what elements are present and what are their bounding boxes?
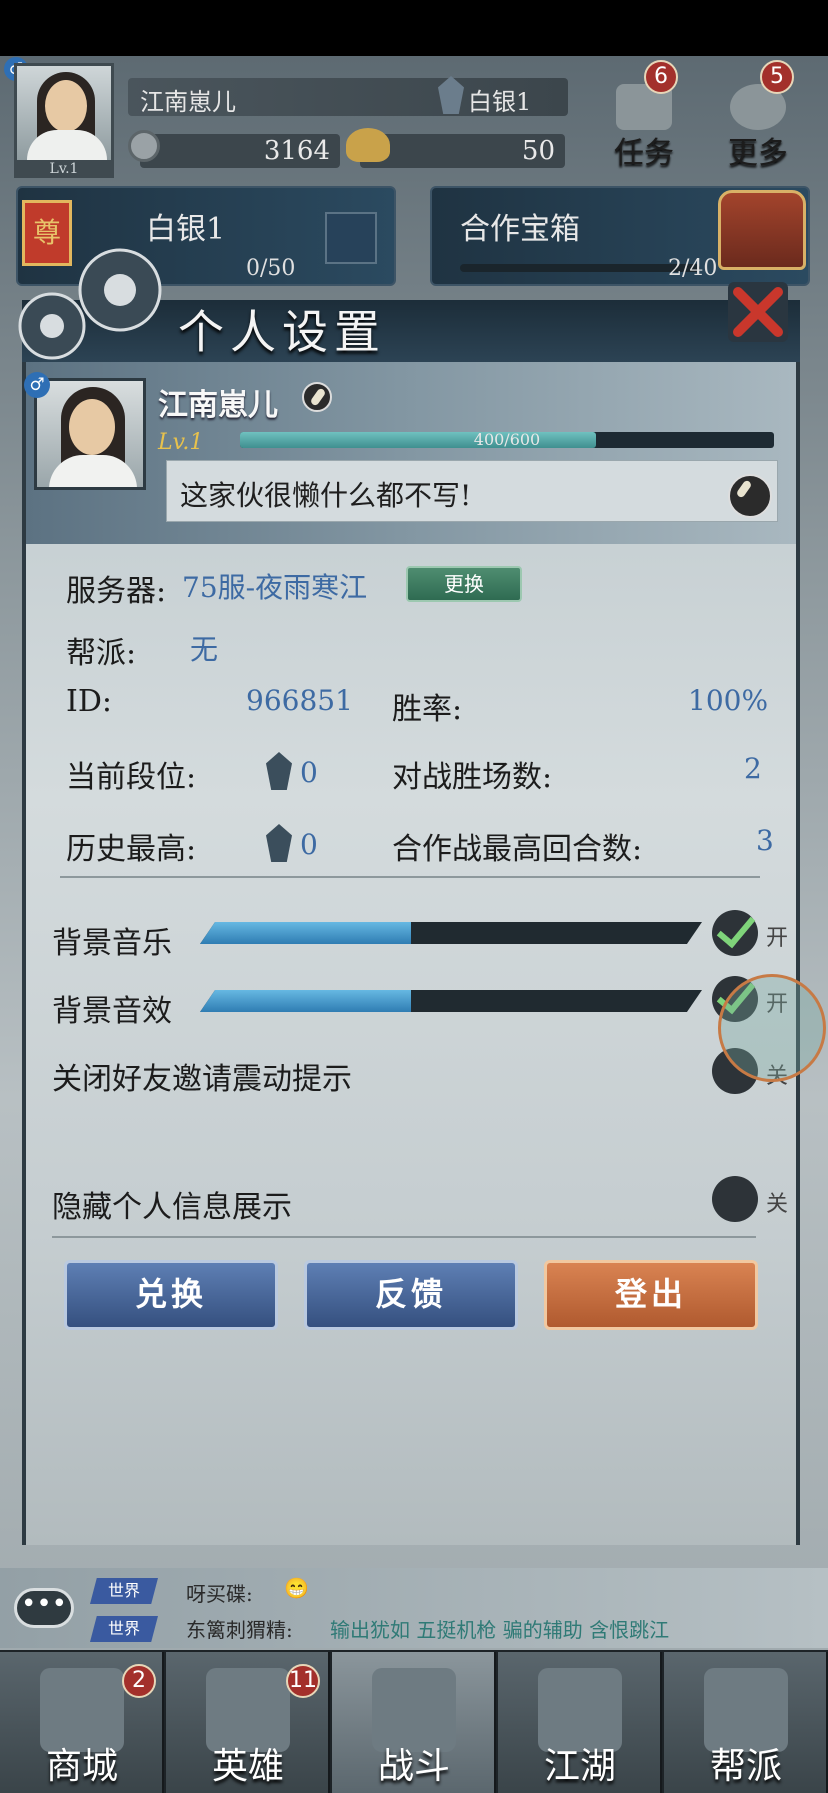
chat-sender: 东篱刺猬精: xyxy=(186,1618,293,1642)
nav-shop-badge: 2 xyxy=(122,1664,156,1698)
edit-signature-icon[interactable] xyxy=(728,474,772,518)
id-label: ID: xyxy=(66,684,113,719)
more-label: 更多 xyxy=(728,136,788,171)
divider xyxy=(52,1236,756,1238)
profile-name: 江南崽儿 xyxy=(158,388,278,423)
hide-info-state: 关 xyxy=(766,1192,789,1217)
player-rank: 白银1 xyxy=(468,88,532,116)
rank-banner-progress: 0/50 xyxy=(246,256,296,281)
redeem-button[interactable]: 兑换 xyxy=(64,1260,278,1330)
gold-ingot-icon xyxy=(346,128,390,162)
player-name-bar: 江南崽儿 白银1 xyxy=(128,78,568,116)
chat-sender: 呀买碟: xyxy=(186,1582,253,1606)
wins-value: 2 xyxy=(744,752,762,785)
sfx-slider[interactable] xyxy=(200,990,702,1012)
chat-emoji: 😁 xyxy=(284,1576,309,1600)
nav-guild[interactable]: 帮派 xyxy=(664,1652,828,1793)
floating-assist-button[interactable] xyxy=(718,974,826,1082)
gear-icon xyxy=(18,248,162,360)
current-rank-label: 当前段位: xyxy=(66,760,197,795)
coop-rounds-label: 合作战最高回合数: xyxy=(392,832,643,867)
coin-value: 3164 xyxy=(263,136,330,166)
divider xyxy=(60,876,760,878)
feedback-button[interactable]: 反馈 xyxy=(304,1260,518,1330)
winrate-label: 胜率: xyxy=(392,692,463,727)
nav-label: 帮派 xyxy=(709,1746,782,1787)
tasks-badge: 6 xyxy=(644,60,678,94)
signature-text: 这家伙很懒什么都不写! xyxy=(180,479,472,512)
tasks-label: 任务 xyxy=(614,136,674,171)
more-badge: 5 xyxy=(760,60,794,94)
avatar-level-tag: Lv.1 xyxy=(14,160,114,178)
player-name: 江南崽儿 xyxy=(140,88,236,116)
bgm-label: 背景音乐 xyxy=(52,926,172,961)
coop-banner-progress: 2/40 xyxy=(668,256,718,281)
profile-avatar[interactable] xyxy=(34,378,146,490)
gold-value: 50 xyxy=(521,136,555,166)
guild-value: 无 xyxy=(190,633,219,666)
nav-label: 江湖 xyxy=(543,1746,616,1787)
server-label: 服务器: xyxy=(66,574,167,609)
chat-bubble-icon[interactable]: ••• xyxy=(14,1588,74,1628)
chat-channel-tag: 世界 xyxy=(90,1616,158,1642)
chat-message: 输出犹如 五挺机枪 骗的辅助 含恨跳江 xyxy=(330,1618,670,1642)
coop-progress-bar xyxy=(460,264,700,272)
chat-channel-tag: 世界 xyxy=(90,1578,158,1604)
logout-button[interactable]: 登出 xyxy=(544,1260,758,1330)
nav-battle[interactable]: 战斗 xyxy=(332,1652,496,1793)
status-bar-area xyxy=(0,0,828,56)
nav-label: 战斗 xyxy=(377,1746,450,1787)
profile-level: Lv.1 xyxy=(158,430,204,455)
sfx-label: 背景音效 xyxy=(52,994,172,1029)
best-rank-label: 历史最高: xyxy=(66,832,197,867)
bgm-slider[interactable] xyxy=(200,922,702,944)
bgm-state: 开 xyxy=(766,926,789,951)
dialog-title: 个人设置 xyxy=(178,305,386,359)
gold-counter[interactable]: 50 xyxy=(360,134,565,168)
change-server-button[interactable]: 更换 xyxy=(406,566,522,602)
coin-counter[interactable]: 3164 xyxy=(140,134,340,168)
best-rank-value: 0 xyxy=(300,828,318,861)
nav-label: 商城 xyxy=(45,1746,118,1787)
id-value: 966851 xyxy=(246,684,353,717)
hide-info-label: 隐藏个人信息展示 xyxy=(52,1190,292,1225)
coop-banner-title: 合作宝箱 xyxy=(460,212,580,247)
nav-heroes-badge: 11 xyxy=(286,1664,320,1698)
server-value: 75服-夜雨寒江 xyxy=(182,571,368,604)
coop-rounds-value: 3 xyxy=(756,824,774,857)
vibration-label: 关闭好友邀请震动提示 xyxy=(52,1062,352,1097)
current-rank-value: 0 xyxy=(300,756,318,789)
edit-name-icon[interactable] xyxy=(302,382,332,412)
nav-jianghu[interactable]: 江湖 xyxy=(498,1652,662,1793)
male-icon: ♂ xyxy=(24,372,50,398)
hide-info-toggle[interactable] xyxy=(712,1176,758,1222)
guild-label: 帮派: xyxy=(66,636,137,671)
player-avatar[interactable] xyxy=(14,63,114,166)
winrate-value: 100% xyxy=(688,684,769,717)
treasure-chest-icon[interactable] xyxy=(718,190,806,270)
reward-chest-icon[interactable] xyxy=(325,212,377,264)
close-icon[interactable] xyxy=(726,280,790,344)
xp-text: 400/600 xyxy=(473,430,541,449)
coin-icon xyxy=(128,130,160,162)
wins-label: 对战胜场数: xyxy=(392,760,553,795)
bgm-check-icon[interactable] xyxy=(712,910,758,956)
nav-label: 英雄 xyxy=(211,1746,284,1787)
